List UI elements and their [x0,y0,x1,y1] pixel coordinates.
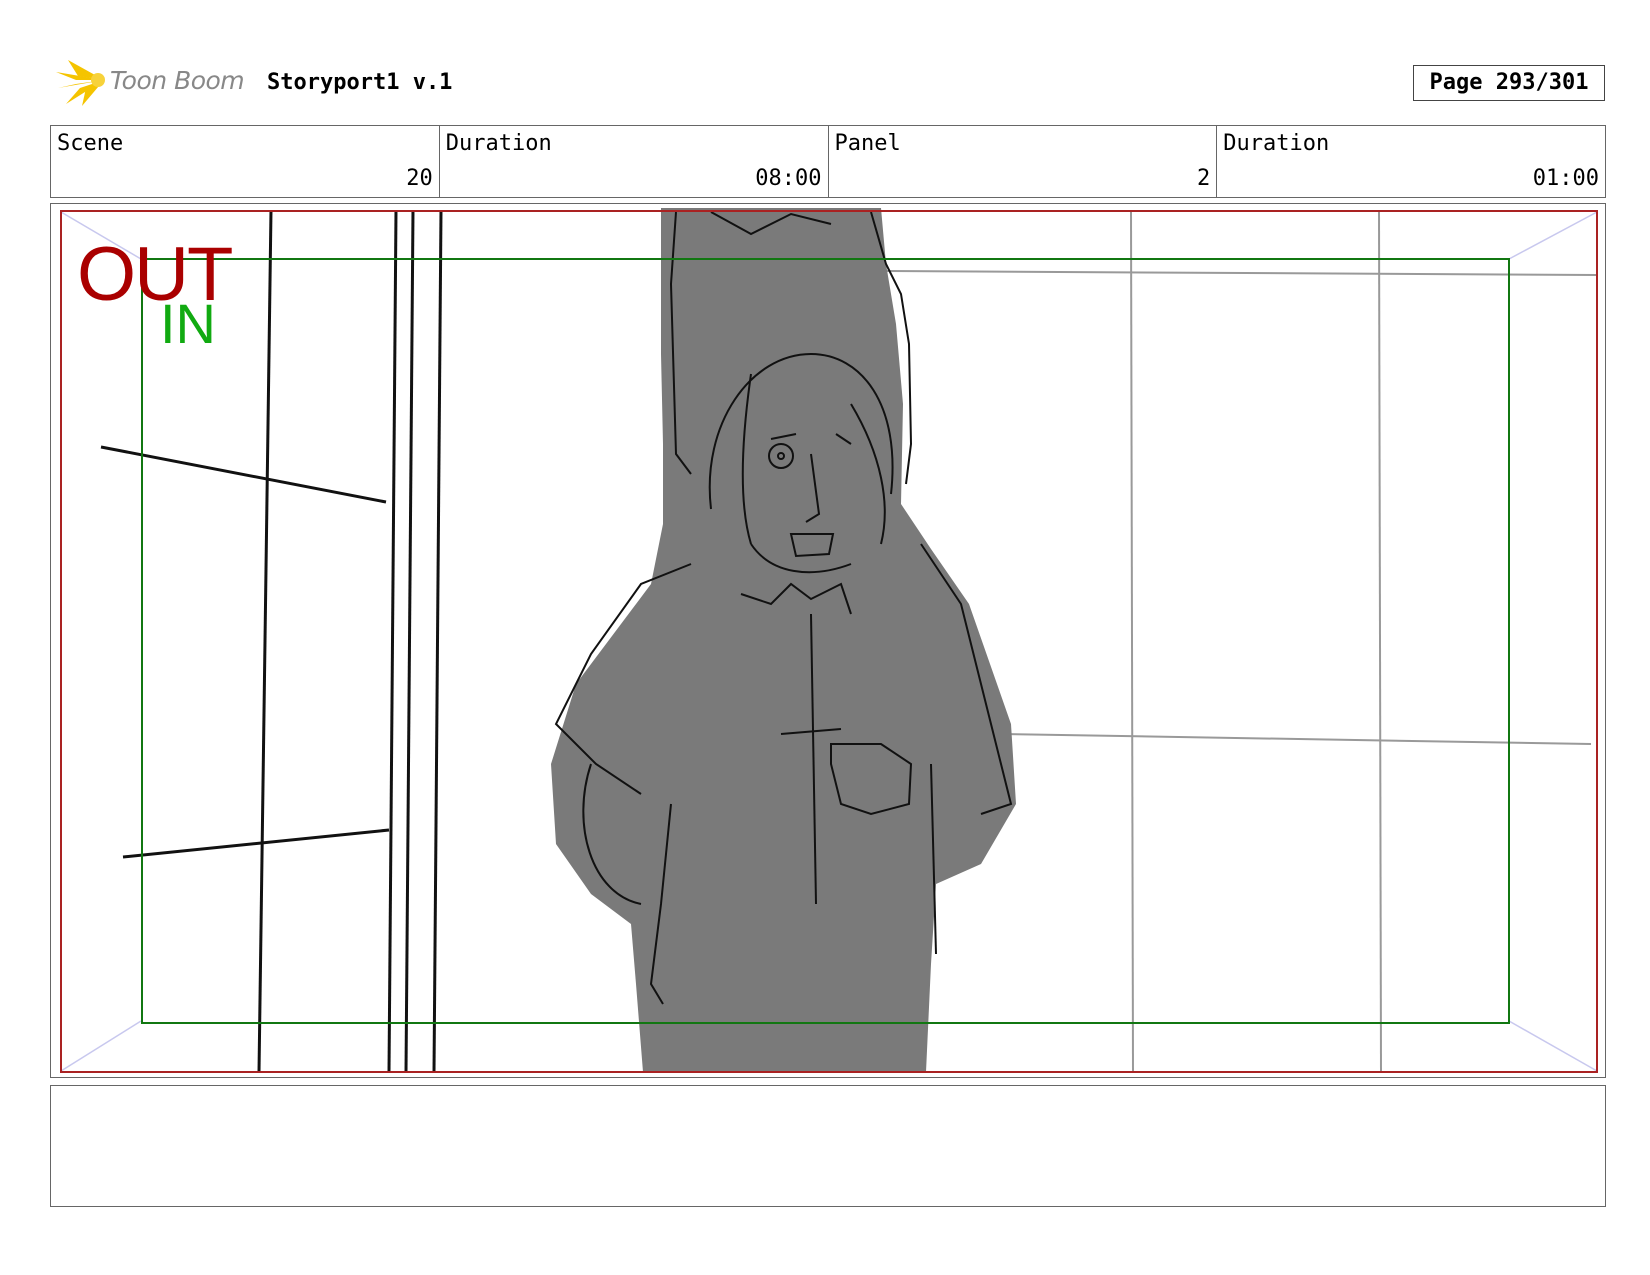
scene-duration-label: Duration [445,131,552,156]
figure-silhouette [551,208,1016,1072]
door-frame-lines [100,209,443,1073]
panel-cell: Panel 2 [827,126,1217,197]
panel-notes [50,1085,1606,1207]
brand-name: Toon Boom [110,66,245,95]
in-frame-label: IN [160,292,216,355]
panel-duration-cell: Duration 01:00 [1216,126,1605,197]
panel-label: Panel [834,131,901,156]
panel-value: 2 [1197,166,1211,191]
scene-value: 20 [406,166,433,191]
panel-duration-value: 01:00 [1532,166,1599,191]
panel-drawing [60,208,1598,1073]
project-title: Storyport1 v.1 [267,70,453,95]
scene-duration-cell: Duration 08:00 [438,126,828,197]
storyboard-panel: OUT IN [50,203,1606,1078]
scene-duration-value: 08:00 [755,166,822,191]
page-header: Toon Boom Storyport1 v.1 Page 293/301 [50,58,1605,108]
background-walls [885,209,1598,1073]
toon-boom-logo: Toon Boom [54,58,254,108]
panel-info-table: Scene 20 Duration 08:00 Panel 2 Duration… [50,125,1606,198]
scene-cell: Scene 20 [51,126,439,197]
page-number: Page 293/301 [1413,65,1605,101]
starburst-icon [56,60,105,106]
panel-duration-label: Duration [1223,131,1330,156]
scene-label: Scene [57,131,124,156]
